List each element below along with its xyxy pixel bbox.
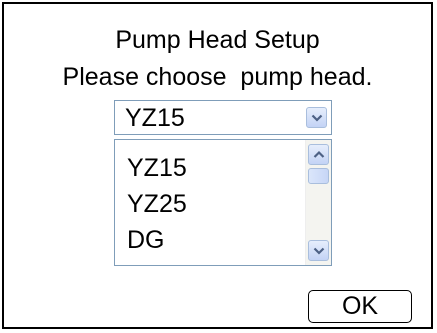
dialog-title: Pump Head Setup — [115, 26, 320, 54]
list-item[interactable]: DG — [127, 222, 187, 258]
listbox-scrollbar[interactable] — [305, 140, 331, 265]
listbox-items: YZ15 YZ25 DG — [127, 150, 187, 258]
ok-button[interactable]: OK — [308, 290, 412, 323]
pump-head-select[interactable]: YZ15 — [114, 100, 332, 135]
pump-head-setup-dialog: Pump Head Setup Please choose pump head.… — [2, 2, 433, 329]
chevron-down-icon[interactable] — [308, 240, 329, 261]
pump-head-listbox[interactable]: YZ15 YZ25 DG — [114, 139, 332, 266]
select-current-value: YZ15 — [125, 104, 185, 132]
chevron-down-icon[interactable] — [306, 107, 327, 128]
list-item[interactable]: YZ25 — [127, 186, 187, 222]
list-item[interactable]: YZ15 — [127, 150, 187, 186]
scrollbar-thumb[interactable] — [308, 168, 329, 184]
dialog-prompt: Please choose pump head. — [62, 63, 373, 91]
chevron-up-icon[interactable] — [308, 144, 329, 165]
